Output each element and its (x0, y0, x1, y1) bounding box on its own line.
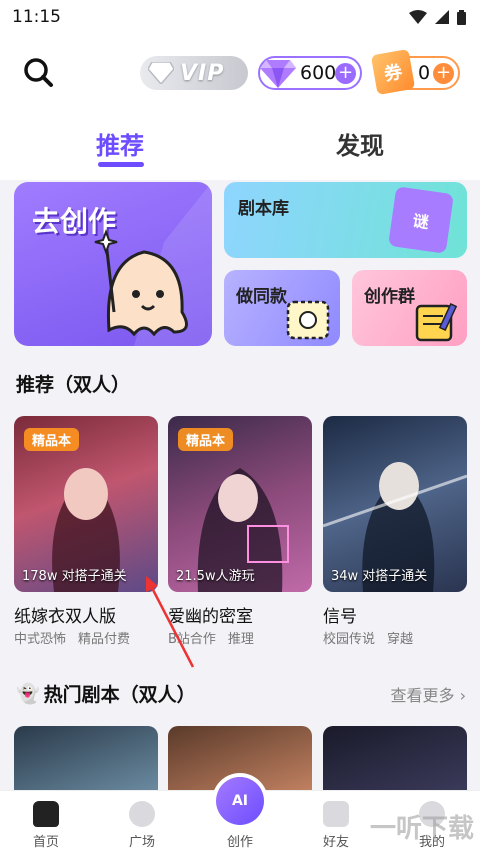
search-icon[interactable] (22, 56, 54, 88)
see-more-link[interactable]: 查看更多 › (391, 682, 467, 706)
play-stat: 34w 对搭子通关 (331, 569, 428, 584)
recommend-section-title: 推荐（双人） (16, 374, 131, 396)
watermark: 一听下载 (369, 814, 474, 844)
hot-story-card[interactable] (323, 726, 467, 790)
story-card-cover[interactable]: 34w 对搭子通关 (323, 416, 467, 592)
creation-group-label: 创作群 (364, 287, 415, 307)
nav-create[interactable]: 创作 (210, 831, 270, 850)
gem-balance[interactable]: 600 + (258, 56, 362, 90)
story-tags: 校园传说 穿越 (323, 628, 413, 647)
story-tag: 中式恐怖 (14, 632, 67, 647)
make-same-label: 做同款 (236, 287, 287, 307)
hot-section-title: 👻 热门剧本（双人） (16, 680, 196, 707)
play-stat: 21.5w人游玩 (176, 569, 255, 584)
nav-friends-label: 好友 (322, 835, 349, 850)
wifi-icon (409, 10, 427, 24)
make-same-card[interactable]: 做同款 (224, 270, 340, 346)
stamp-icon (286, 300, 330, 340)
story-tag: 推理 (227, 632, 254, 647)
tab-discover[interactable]: 发现 (336, 126, 384, 161)
create-card[interactable]: 去创作 (14, 182, 212, 346)
notebook-pencil-icon (415, 302, 458, 342)
gem-count: 600 (300, 62, 337, 84)
story-title[interactable]: 爱幽的密室 (168, 602, 253, 627)
story-tag: 精品付费 (78, 632, 131, 647)
script-library-card[interactable]: 剧本库 谜 (224, 182, 467, 258)
top-header: VIP 600 + 券 0 + 推荐 发现 (0, 34, 480, 180)
story-card-cover[interactable]: 精品本 178w 对搭子通关 (14, 416, 158, 592)
tab-recommend[interactable]: 推荐 (96, 126, 144, 161)
see-more-label: 查看更多 (390, 686, 455, 705)
square-icon (129, 801, 155, 827)
vip-diamond-icon (148, 62, 174, 84)
ghost-icon: 👻 (16, 683, 40, 705)
nav-square[interactable]: 广场 (112, 797, 172, 850)
ticket-balance[interactable]: 券 0 + (370, 49, 460, 95)
story-tag: B站合作 (168, 632, 216, 647)
status-bar: 11:15 (0, 0, 480, 34)
story-title[interactable]: 信号 (323, 602, 357, 627)
script-library-label: 剧本库 (238, 199, 289, 219)
hot-section-label: 热门剧本（双人） (43, 684, 196, 706)
home-icon (33, 801, 59, 827)
ticket-count: 0 (418, 62, 431, 84)
ticket-icon: 券 (370, 49, 416, 95)
create-ai-button[interactable]: AI (216, 777, 264, 825)
premium-tag: 精品本 (178, 428, 234, 451)
gem-add-button[interactable]: + (335, 63, 356, 84)
play-stat: 178w 对搭子通关 (22, 569, 127, 584)
mystery-book-icon: 谜 (388, 186, 454, 254)
story-tags: B站合作 推理 (168, 628, 254, 647)
vip-label: VIP (180, 60, 225, 86)
nav-home[interactable]: 首页 (16, 797, 76, 850)
nav-square-label: 广场 (128, 835, 155, 850)
tab-indicator (98, 162, 144, 167)
ghost-mascot-icon (94, 182, 212, 346)
vip-badge[interactable]: VIP (140, 56, 248, 90)
story-tag: 校园传说 (323, 632, 376, 647)
story-tags: 中式恐怖 精品付费 (14, 628, 130, 647)
story-tag: 穿越 (387, 632, 414, 647)
creation-group-card[interactable]: 创作群 (352, 270, 467, 346)
nav-friends[interactable]: 好友 (306, 797, 366, 850)
nav-create-label: 创作 (226, 835, 253, 850)
ticket-add-button[interactable]: + (433, 63, 454, 84)
nav-home-label: 首页 (32, 835, 59, 850)
story-title[interactable]: 纸嫁衣双人版 (14, 602, 116, 627)
battery-icon (457, 9, 466, 25)
status-icons (409, 9, 466, 25)
signal-icon (435, 10, 449, 24)
hot-story-card[interactable] (14, 726, 158, 790)
friends-icon (323, 801, 349, 827)
story-card-cover[interactable]: 精品本 21.5w人游玩 (168, 416, 312, 592)
status-time: 11:15 (12, 7, 61, 27)
gem-icon (260, 60, 296, 88)
premium-tag: 精品本 (24, 428, 80, 451)
